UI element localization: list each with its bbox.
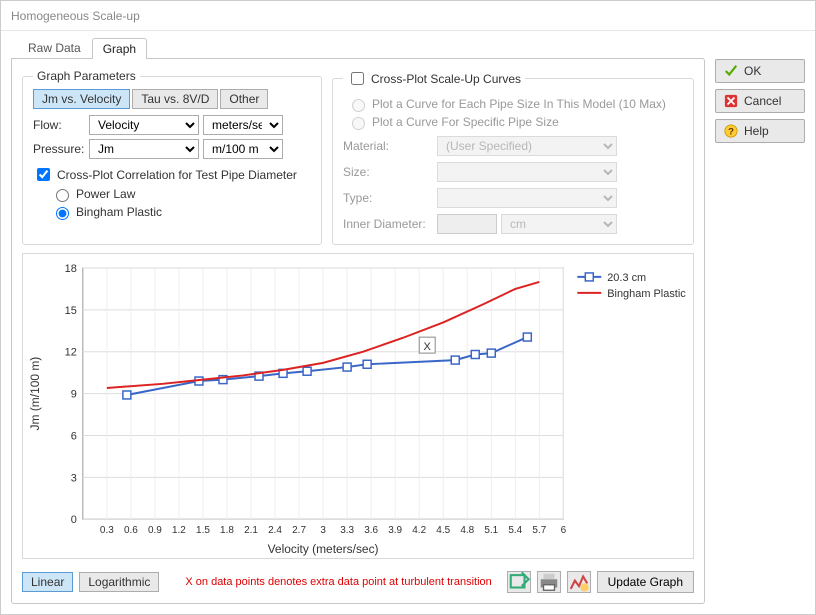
type-select	[437, 188, 617, 208]
radio-each-pipe: Plot a Curve for Each Pipe Size In This …	[347, 96, 683, 112]
svg-text:3: 3	[320, 525, 326, 536]
crossplot-corr-checkbox[interactable]: Cross-Plot Correlation for Test Pipe Dia…	[33, 165, 311, 184]
svg-text:0.9: 0.9	[148, 525, 162, 536]
svg-text:5.1: 5.1	[484, 525, 498, 536]
innerdia-input	[437, 214, 497, 234]
mode-other[interactable]: Other	[220, 89, 268, 109]
svg-text:20.3 cm: 20.3 cm	[607, 272, 646, 284]
radio-each-pipe-label: Plot a Curve for Each Pipe Size In This …	[372, 97, 666, 111]
tab-panel-graph: Graph Parameters Jm vs. Velocity Tau vs.…	[11, 58, 705, 604]
svg-text:4.5: 4.5	[436, 525, 450, 536]
radio-each-pipe-input	[352, 99, 365, 112]
group-graph-parameters: Graph Parameters Jm vs. Velocity Tau vs.…	[22, 69, 322, 245]
chart-settings-icon[interactable]	[567, 571, 591, 593]
svg-text:2.1: 2.1	[244, 525, 258, 536]
chart-svg: 0 3 6 9 12 15 18 0.3 0.6 0.9 1.2 1.5 1.8 2.1 2.4 2.7 3 3.…	[23, 254, 693, 559]
svg-text:1.2: 1.2	[172, 525, 186, 536]
cancel-button[interactable]: Cancel	[715, 89, 805, 113]
update-graph-button[interactable]: Update Graph	[597, 571, 694, 593]
pressure-select[interactable]: Jm	[89, 139, 199, 159]
crossplot-corr-label: Cross-Plot Correlation for Test Pipe Dia…	[57, 168, 297, 182]
scaleup-checkbox-input[interactable]	[351, 72, 364, 85]
radio-bingham[interactable]: Bingham Plastic	[51, 204, 311, 220]
svg-text:6: 6	[561, 525, 567, 536]
svg-text:X: X	[424, 341, 432, 353]
innerdia-unit-select: cm	[501, 214, 617, 234]
radio-powerlaw[interactable]: Power Law	[51, 186, 311, 202]
svg-text:0.3: 0.3	[100, 525, 114, 536]
svg-text:2.4: 2.4	[268, 525, 282, 536]
export-icon[interactable]	[507, 571, 531, 593]
radio-bingham-input[interactable]	[56, 207, 69, 220]
svg-text:18: 18	[65, 263, 77, 275]
crossplot-corr-input[interactable]	[37, 168, 50, 181]
svg-text:Bingham Plastic: Bingham Plastic	[607, 288, 686, 300]
scaleup-checkbox[interactable]: Cross-Plot Scale-Up Curves	[347, 69, 521, 88]
cancel-label: Cancel	[744, 94, 781, 108]
scale-linear-button[interactable]: Linear	[22, 572, 73, 592]
svg-text:Jm (m/100 m): Jm (m/100 m)	[28, 357, 42, 431]
innerdia-label: Inner Diameter:	[343, 217, 433, 231]
help-button[interactable]: ? Help	[715, 119, 805, 143]
tab-graph[interactable]: Graph	[92, 38, 147, 59]
pressure-unit-select[interactable]: m/100 m	[203, 139, 283, 159]
tab-raw-data[interactable]: Raw Data	[17, 37, 92, 58]
radio-powerlaw-input[interactable]	[56, 189, 69, 202]
flow-select[interactable]: Velocity	[89, 115, 199, 135]
svg-text:1.5: 1.5	[196, 525, 210, 536]
svg-text:2.7: 2.7	[292, 525, 306, 536]
svg-text:3: 3	[71, 472, 77, 484]
chart: 0 3 6 9 12 15 18 0.3 0.6 0.9 1.2 1.5 1.8 2.1 2.4 2.7 3 3.…	[22, 253, 694, 559]
svg-text:5.4: 5.4	[508, 525, 522, 536]
mode-tau-8vd[interactable]: Tau vs. 8V/D	[132, 89, 218, 109]
svg-text:3.3: 3.3	[340, 525, 354, 536]
radio-powerlaw-label: Power Law	[76, 187, 135, 201]
scaleup-legend: Cross-Plot Scale-Up Curves	[371, 72, 521, 86]
svg-text:12: 12	[65, 347, 77, 359]
x-icon	[724, 94, 738, 108]
svg-text:?: ?	[728, 127, 734, 138]
pressure-label: Pressure:	[33, 142, 85, 156]
radio-specific-pipe-label: Plot a Curve For Specific Pipe Size	[372, 115, 559, 129]
scale-log-button[interactable]: Logarithmic	[79, 572, 159, 592]
help-icon: ?	[724, 124, 738, 138]
material-label: Material:	[343, 139, 433, 153]
svg-text:Velocity (meters/sec): Velocity (meters/sec)	[268, 542, 379, 556]
material-select: (User Specified)	[437, 136, 617, 156]
radio-specific-pipe-input	[352, 117, 365, 130]
radio-bingham-label: Bingham Plastic	[76, 205, 162, 219]
svg-text:0.6: 0.6	[124, 525, 138, 536]
type-label: Type:	[343, 191, 433, 205]
svg-text:9: 9	[71, 389, 77, 401]
svg-text:6: 6	[71, 430, 77, 442]
size-label: Size:	[343, 165, 433, 179]
ok-button[interactable]: OK	[715, 59, 805, 83]
mode-jm-velocity[interactable]: Jm vs. Velocity	[33, 89, 130, 109]
help-label: Help	[744, 124, 769, 138]
check-icon	[724, 64, 738, 78]
svg-text:15: 15	[65, 305, 77, 317]
svg-text:4.8: 4.8	[460, 525, 474, 536]
svg-text:4.2: 4.2	[412, 525, 426, 536]
radio-specific-pipe: Plot a Curve For Specific Pipe Size	[347, 114, 683, 130]
svg-text:0: 0	[71, 514, 77, 526]
ok-label: OK	[744, 64, 761, 78]
svg-text:1.8: 1.8	[220, 525, 234, 536]
group-graph-parameters-legend: Graph Parameters	[33, 69, 140, 83]
print-icon[interactable]	[537, 571, 561, 593]
size-select	[437, 162, 617, 182]
svg-text:3.6: 3.6	[364, 525, 378, 536]
flow-label: Flow:	[33, 118, 85, 132]
group-scaleup: Cross-Plot Scale-Up Curves Plot a Curve …	[332, 69, 694, 245]
flow-unit-select[interactable]: meters/sec	[203, 115, 283, 135]
window-title: Homogeneous Scale-up	[1, 1, 815, 31]
svg-text:5.7: 5.7	[532, 525, 546, 536]
chart-note: X on data points denotes extra data poin…	[185, 576, 500, 588]
svg-text:3.9: 3.9	[388, 525, 402, 536]
